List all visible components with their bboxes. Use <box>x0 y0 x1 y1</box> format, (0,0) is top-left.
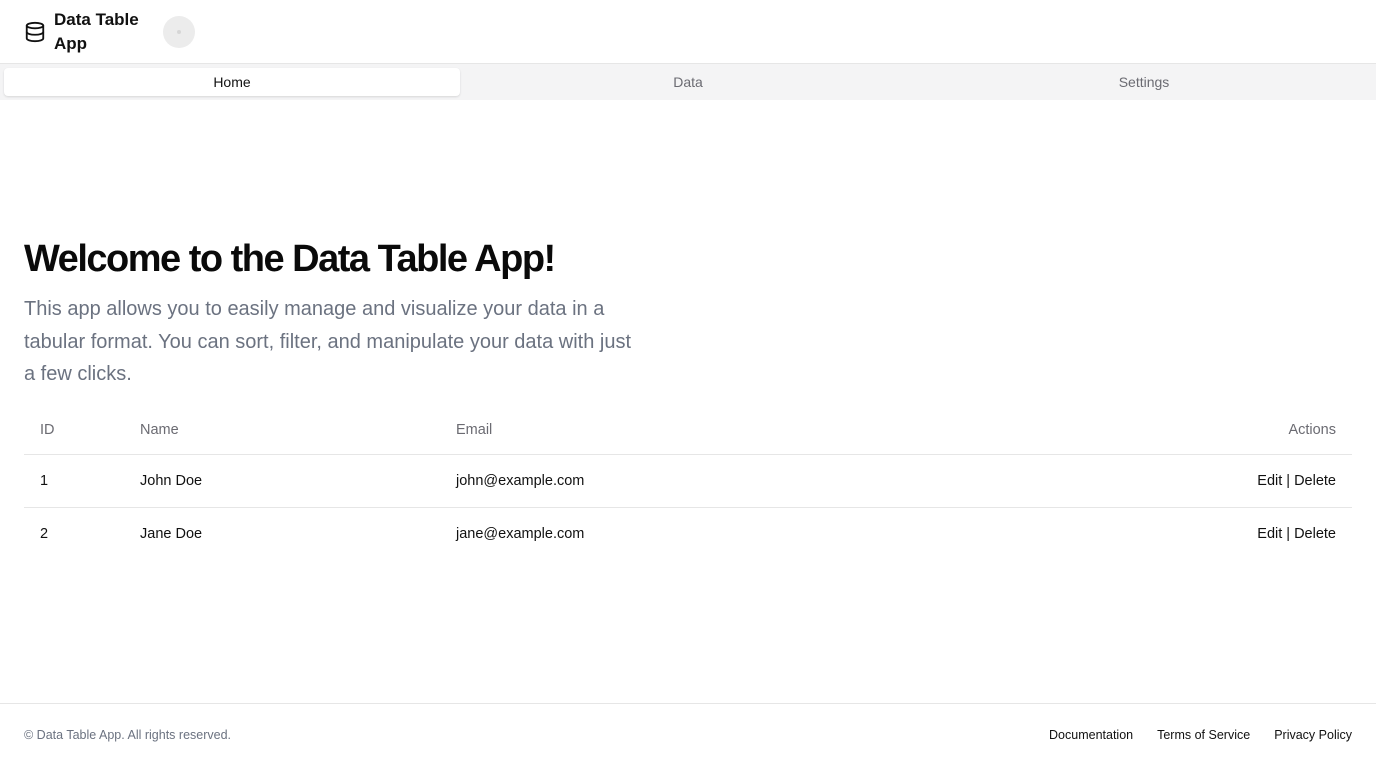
brand[interactable]: Data Table App <box>24 8 154 56</box>
action-separator: | <box>1286 472 1291 489</box>
delete-button[interactable]: Delete <box>1294 526 1336 542</box>
column-header-actions: Actions <box>1040 406 1352 455</box>
table-header-row: ID Name Email Actions <box>24 406 1352 455</box>
page-description: This app allows you to easily manage and… <box>24 298 632 385</box>
tab-home[interactable]: Home <box>4 68 460 96</box>
cell-id: 2 <box>40 525 49 542</box>
app-header: Data Table App <box>0 0 1376 64</box>
column-header-name[interactable]: Name <box>124 406 440 455</box>
page-footer: © Data Table App. All rights reserved. D… <box>0 703 1376 768</box>
data-table: ID Name Email Actions 1 John Doe john@ex… <box>24 406 1352 560</box>
table-row: 2 Jane Doe jane@example.com Edit | Delete <box>24 507 1352 560</box>
delete-button[interactable]: Delete <box>1294 473 1336 489</box>
footer-links: Documentation Terms of Service Privacy P… <box>1049 728 1352 742</box>
cell-email: john@example.com <box>440 454 1040 508</box>
footer-link-privacy[interactable]: Privacy Policy <box>1274 728 1352 742</box>
main-tabs: Home Data Settings <box>0 64 1376 100</box>
action-separator: | <box>1286 525 1291 542</box>
tab-data[interactable]: Data <box>460 68 916 96</box>
cell-actions: Edit | Delete <box>1040 507 1352 560</box>
edit-button[interactable]: Edit <box>1257 526 1282 542</box>
app-title: Data Table App <box>54 10 139 53</box>
cell-id: 1 <box>24 454 124 508</box>
copyright-text: © Data Table App. All rights reserved. <box>24 728 232 742</box>
footer-link-terms[interactable]: Terms of Service <box>1157 728 1250 742</box>
avatar-placeholder-icon <box>177 30 181 34</box>
column-header-email[interactable]: Email <box>440 406 1040 455</box>
cell-email: jane@example.com <box>456 525 585 542</box>
cell-name: Jane Doe <box>140 525 203 542</box>
table-row: 1 John Doe john@example.com Edit | Delete <box>24 454 1352 508</box>
edit-button[interactable]: Edit <box>1257 473 1282 489</box>
tab-settings[interactable]: Settings <box>916 68 1372 96</box>
page-title: Welcome to the Data Table App! <box>24 238 556 280</box>
database-icon <box>25 21 45 43</box>
cell-name: John Doe <box>124 454 440 508</box>
user-menu-button[interactable] <box>163 16 195 48</box>
footer-link-documentation[interactable]: Documentation <box>1049 728 1133 742</box>
cell-actions: Edit | Delete <box>1040 454 1352 508</box>
column-header-id[interactable]: ID <box>24 406 124 455</box>
